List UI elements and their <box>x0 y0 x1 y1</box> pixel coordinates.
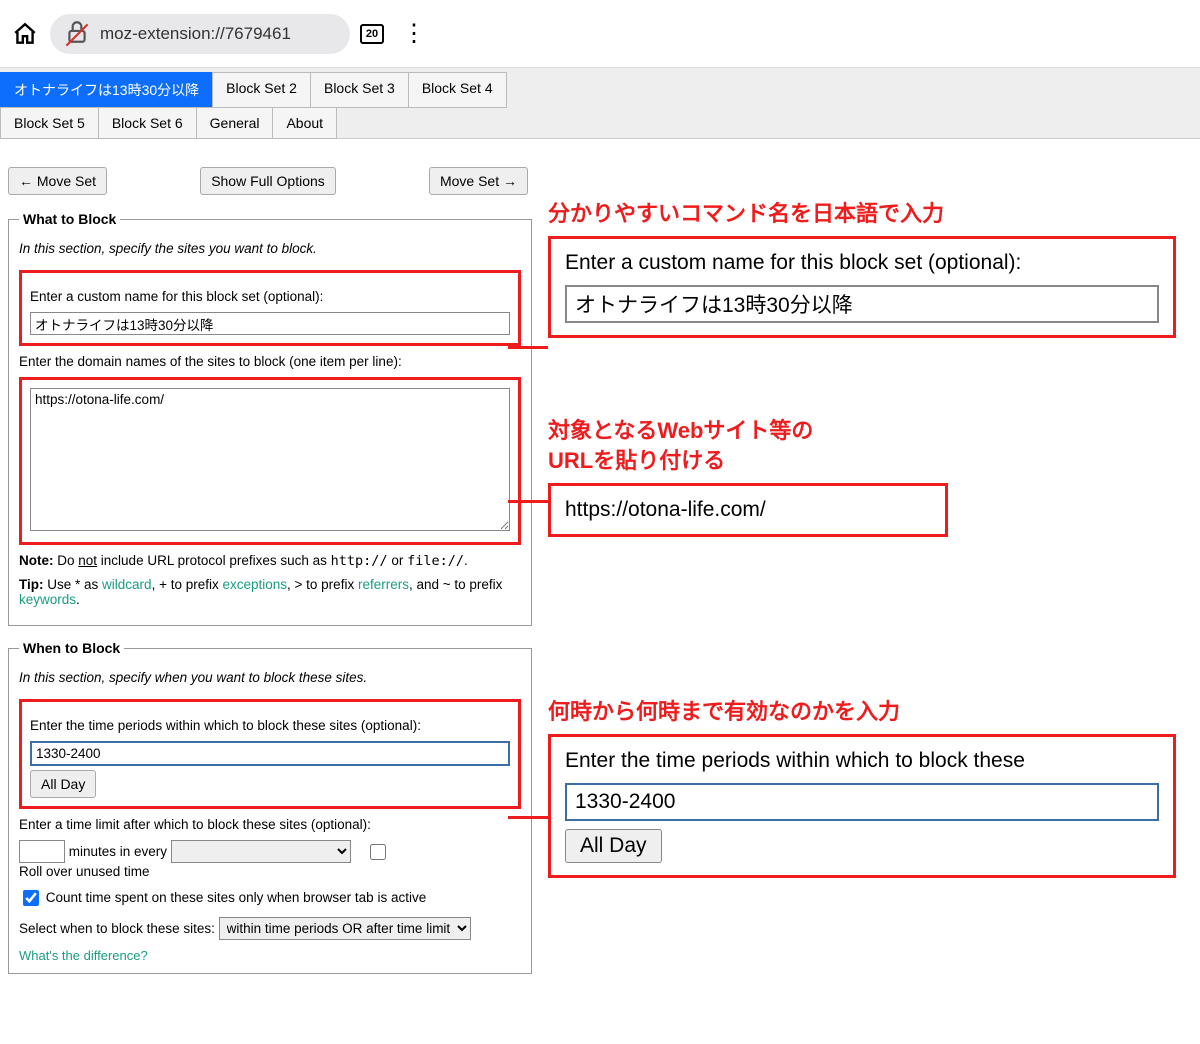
callout-1-title: 分かりやすいコマンド名を日本語で入力 <box>548 196 1176 228</box>
what-desc: In this section, specify the sites you w… <box>19 241 521 256</box>
count-active-label: Count time spent on these sites only whe… <box>46 890 426 905</box>
rollover-checkbox[interactable] <box>370 844 386 860</box>
menu-icon[interactable]: ⋮ <box>394 19 434 48</box>
custom-name-highlight: Enter a custom name for this block set (… <box>19 270 521 346</box>
custom-name-label: Enter a custom name for this block set (… <box>30 289 510 304</box>
domains-textarea[interactable]: https://otona-life.com/ <box>30 388 510 531</box>
when-to-block-fieldset: When to Block In this section, specify w… <box>8 640 532 974</box>
callout-3-input[interactable] <box>565 783 1159 821</box>
connector-2 <box>508 500 548 503</box>
rollover-label: Roll over unused time <box>19 864 150 879</box>
callout-3-label: Enter the time periods within which to b… <box>565 749 1159 773</box>
domains-label: Enter the domain names of the sites to b… <box>19 354 521 369</box>
connector-1 <box>508 346 548 349</box>
limit-label: Enter a time limit after which to block … <box>19 817 521 832</box>
callout-2-value: https://otona-life.com/ <box>565 498 931 522</box>
select-when-label: Select when to block these sites: <box>19 921 215 936</box>
interval-select[interactable] <box>171 840 351 863</box>
tab-blockset-4[interactable]: Block Set 4 <box>408 72 507 108</box>
custom-name-input[interactable] <box>30 312 510 335</box>
tip-text: Tip: Use * as wildcard, + to prefix exce… <box>19 577 521 607</box>
when-desc: In this section, specify when you want t… <box>19 670 521 685</box>
callout-periods: 何時から何時まで有効なのかを入力 Enter the time periods … <box>548 694 1176 878</box>
tab-blockset-3[interactable]: Block Set 3 <box>310 72 409 108</box>
periods-input[interactable] <box>30 741 510 766</box>
periods-highlight: Enter the time periods within which to b… <box>19 699 521 809</box>
minutes-label: minutes in every <box>69 844 167 859</box>
what-legend: What to Block <box>19 211 120 227</box>
callout-1-input[interactable] <box>565 285 1159 323</box>
callout-custom-name: 分かりやすいコマンド名を日本語で入力 Enter a custom name f… <box>548 196 1176 338</box>
callout-2-title: 対象となるWebサイト等のURLを貼り付ける <box>548 416 948 475</box>
all-day-button[interactable]: All Day <box>30 770 96 798</box>
tab-count[interactable]: 20 <box>360 24 384 44</box>
note-text: Note: Do not include URL protocol prefix… <box>19 553 521 569</box>
callout-url: 対象となるWebサイト等のURLを貼り付ける https://otona-lif… <box>548 416 948 537</box>
tab-blockset-5[interactable]: Block Set 5 <box>0 107 99 139</box>
periods-label: Enter the time periods within which to b… <box>30 718 510 733</box>
minutes-input[interactable] <box>19 840 65 863</box>
move-set-right-button[interactable]: Move Set → <box>429 167 528 195</box>
insecure-lock-icon <box>64 19 90 48</box>
url-text: moz-extension://7679461 <box>100 24 291 44</box>
select-when-select[interactable]: within time periods OR after time limit <box>219 917 471 940</box>
browser-chrome: moz-extension://7679461 20 ⋮ <box>0 0 1200 68</box>
count-active-checkbox[interactable] <box>23 890 39 906</box>
domains-highlight: https://otona-life.com/ <box>19 377 521 545</box>
url-bar[interactable]: moz-extension://7679461 <box>50 14 350 54</box>
tabs-area: オトナライフは13時30分以降 Block Set 2 Block Set 3 … <box>0 68 1200 139</box>
when-legend: When to Block <box>19 640 124 656</box>
show-full-options-button[interactable]: Show Full Options <box>200 167 336 195</box>
callout-1-label: Enter a custom name for this block set (… <box>565 251 1159 275</box>
tab-blockset-1[interactable]: オトナライフは13時30分以降 <box>0 72 213 108</box>
tab-blockset-2[interactable]: Block Set 2 <box>212 72 311 108</box>
tab-blockset-6[interactable]: Block Set 6 <box>98 107 197 139</box>
home-icon[interactable] <box>10 19 40 49</box>
whats-difference-link[interactable]: What's the difference? <box>19 948 148 963</box>
callout-3-all-day-button[interactable]: All Day <box>565 829 662 863</box>
tab-about[interactable]: About <box>272 107 337 139</box>
connector-3 <box>508 816 548 819</box>
callout-3-title: 何時から何時まで有効なのかを入力 <box>548 694 1176 726</box>
what-to-block-fieldset: What to Block In this section, specify t… <box>8 211 532 626</box>
tab-general[interactable]: General <box>196 107 274 139</box>
move-set-left-button[interactable]: ← Move Set <box>8 167 107 195</box>
